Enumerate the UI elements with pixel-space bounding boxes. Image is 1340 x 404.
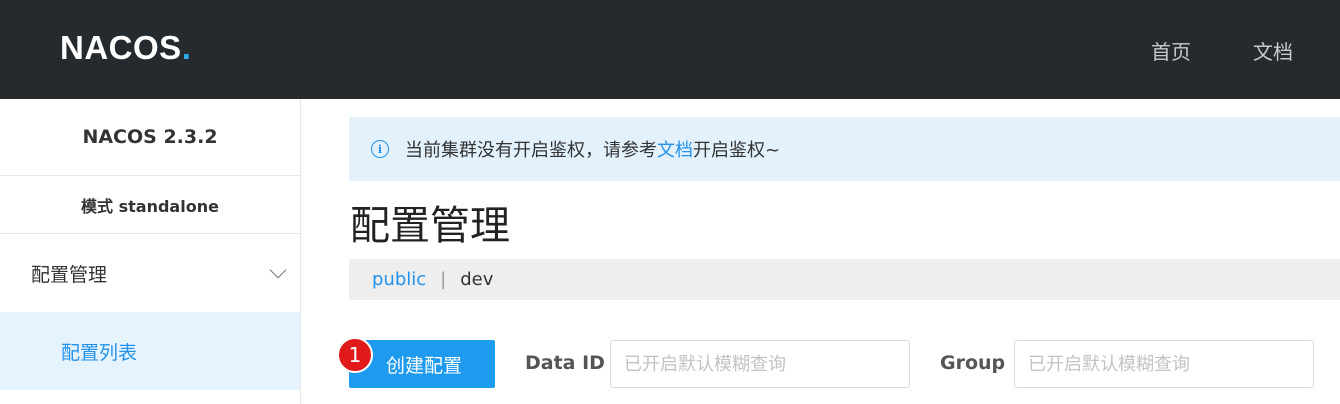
sidebar-menu-label: 配置管理 bbox=[31, 263, 108, 286]
data-id-input[interactable] bbox=[610, 340, 910, 388]
namespace-bar: public | dev bbox=[349, 259, 1340, 300]
namespace-separator: | bbox=[440, 269, 447, 290]
notice-text: 当前集群没有开启鉴权，请参考 bbox=[405, 140, 657, 161]
sidebar-menu-config-management[interactable]: 配置管理 bbox=[0, 234, 300, 312]
step-badge: 1 bbox=[337, 337, 373, 373]
sidebar-version: NACOS 2.3.2 bbox=[0, 99, 300, 176]
sidebar: NACOS 2.3.2 模式 standalone 配置管理 配置列表 bbox=[0, 99, 301, 404]
nav-home-link[interactable]: 首页 bbox=[1151, 36, 1191, 65]
sidebar-mode: 模式 standalone bbox=[0, 176, 300, 234]
top-navbar: NACOS. 首页 文档 bbox=[0, 0, 1340, 99]
group-label: Group bbox=[940, 352, 1006, 374]
logo-text: NACOS bbox=[60, 29, 182, 66]
data-id-label: Data ID bbox=[525, 352, 605, 374]
group-input[interactable] bbox=[1014, 340, 1314, 388]
nacos-logo[interactable]: NACOS. bbox=[60, 29, 191, 66]
namespace-dev[interactable]: dev bbox=[460, 269, 493, 290]
page-title: 配置管理 bbox=[350, 203, 510, 249]
logo-dot: . bbox=[181, 29, 191, 66]
sidebar-item-label: 配置列表 bbox=[61, 341, 138, 364]
chevron-down-icon bbox=[269, 261, 287, 279]
notice-docs-link[interactable]: 文档 bbox=[657, 136, 693, 162]
sidebar-item-config-list[interactable]: 配置列表 bbox=[0, 312, 300, 390]
namespace-public[interactable]: public bbox=[372, 269, 426, 290]
notice-text-after: 开启鉴权~ bbox=[693, 140, 781, 161]
auth-notice: i 当前集群没有开启鉴权，请参考 文档 开启鉴权~ bbox=[349, 117, 1340, 181]
nav-docs-link[interactable]: 文档 bbox=[1253, 36, 1293, 65]
info-icon: i bbox=[371, 140, 389, 158]
